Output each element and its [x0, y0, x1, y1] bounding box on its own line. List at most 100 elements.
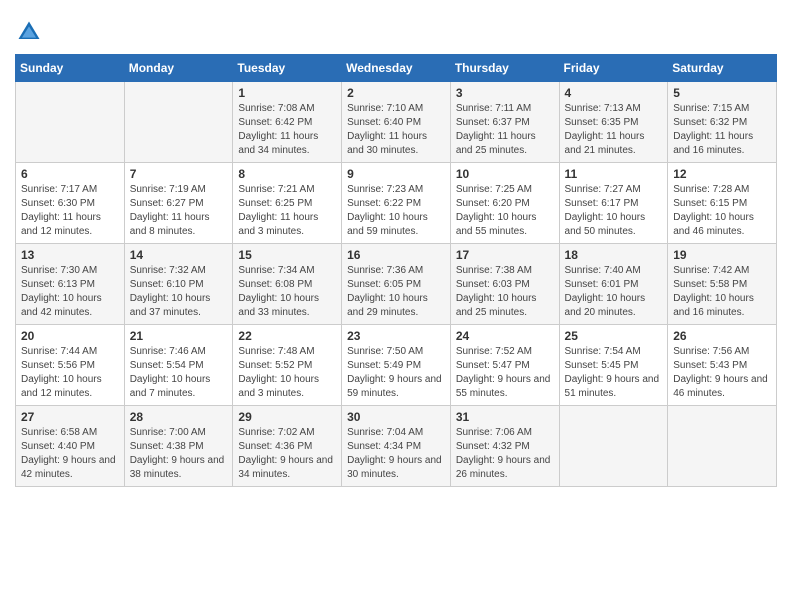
cell-sun-info: Sunrise: 7:32 AMSunset: 6:10 PMDaylight:… — [130, 264, 228, 320]
cell-sun-info: Sunrise: 7:13 AMSunset: 6:35 PMDaylight:… — [565, 102, 663, 158]
cell-sun-info: Sunrise: 7:34 AMSunset: 6:08 PMDaylight:… — [238, 264, 336, 320]
weekday-header: Sunday — [16, 55, 125, 82]
cell-sun-info: Sunrise: 7:50 AMSunset: 5:49 PMDaylight:… — [347, 345, 445, 401]
cell-sun-info: Sunrise: 7:30 AMSunset: 6:13 PMDaylight:… — [21, 264, 119, 320]
day-number: 3 — [456, 86, 554, 100]
page-header — [15, 10, 777, 46]
cell-sun-info: Sunrise: 7:00 AMSunset: 4:38 PMDaylight:… — [130, 426, 228, 482]
cell-sun-info: Sunrise: 7:40 AMSunset: 6:01 PMDaylight:… — [565, 264, 663, 320]
cell-sun-info: Sunrise: 7:38 AMSunset: 6:03 PMDaylight:… — [456, 264, 554, 320]
cell-sun-info: Sunrise: 7:27 AMSunset: 6:17 PMDaylight:… — [565, 183, 663, 239]
cell-sun-info: Sunrise: 7:44 AMSunset: 5:56 PMDaylight:… — [21, 345, 119, 401]
day-number: 22 — [238, 329, 336, 343]
calendar-cell: 31 Sunrise: 7:06 AMSunset: 4:32 PMDayligh… — [450, 406, 559, 487]
calendar-cell: 8Sunrise: 7:21 AMSunset: 6:25 PMDaylight… — [233, 163, 342, 244]
day-number: 15 — [238, 248, 336, 262]
day-number: 30 — [347, 410, 445, 424]
calendar-body: 1Sunrise: 7:08 AMSunset: 6:42 PMDaylight… — [16, 82, 777, 487]
header-row: SundayMondayTuesdayWednesdayThursdayFrid… — [16, 55, 777, 82]
cell-sun-info: Sunrise: 7:06 AMSunset: 4:32 PMDaylight:… — [456, 426, 554, 482]
logo — [15, 18, 47, 46]
day-number: 18 — [565, 248, 663, 262]
day-number: 9 — [347, 167, 445, 181]
cell-sun-info: Sunrise: 7:11 AMSunset: 6:37 PMDaylight:… — [456, 102, 554, 158]
calendar-cell: 2 Sunrise: 7:10 AMSunset: 6:40 PMDaylight… — [342, 82, 451, 163]
cell-sun-info: Sunrise: 7:28 AMSunset: 6:15 PMDaylight:… — [673, 183, 771, 239]
calendar-cell — [16, 82, 125, 163]
calendar-cell: 29 Sunrise: 7:02 AMSunset: 4:36 PMDayligh… — [233, 406, 342, 487]
cell-sun-info: Sunrise: 6:58 AMSunset: 4:40 PMDaylight:… — [21, 426, 119, 482]
calendar-cell: 19 Sunrise: 7:42 AMSunset: 5:58 PMDayligh… — [668, 244, 777, 325]
calendar-cell: 11Sunrise: 7:27 AMSunset: 6:17 PMDayligh… — [559, 163, 668, 244]
day-number: 1 — [238, 86, 336, 100]
day-number: 7 — [130, 167, 228, 181]
cell-sun-info: Sunrise: 7:36 AMSunset: 6:05 PMDaylight:… — [347, 264, 445, 320]
day-number: 14 — [130, 248, 228, 262]
calendar-week-row: 6Sunrise: 7:17 AMSunset: 6:30 PMDaylight… — [16, 163, 777, 244]
cell-sun-info: Sunrise: 7:10 AMSunset: 6:40 PMDaylight:… — [347, 102, 445, 158]
weekday-header: Tuesday — [233, 55, 342, 82]
cell-sun-info: Sunrise: 7:52 AMSunset: 5:47 PMDaylight:… — [456, 345, 554, 401]
calendar-cell: 24 Sunrise: 7:52 AMSunset: 5:47 PMDayligh… — [450, 325, 559, 406]
calendar-cell: 9 Sunrise: 7:23 AMSunset: 6:22 PMDaylight… — [342, 163, 451, 244]
calendar-week-row: 13Sunrise: 7:30 AMSunset: 6:13 PMDayligh… — [16, 244, 777, 325]
cell-sun-info: Sunrise: 7:56 AMSunset: 5:43 PMDaylight:… — [673, 345, 771, 401]
calendar-cell: 26 Sunrise: 7:56 AMSunset: 5:43 PMDayligh… — [668, 325, 777, 406]
weekday-header: Saturday — [668, 55, 777, 82]
calendar-cell: 28Sunrise: 7:00 AMSunset: 4:38 PMDayligh… — [124, 406, 233, 487]
cell-sun-info: Sunrise: 7:42 AMSunset: 5:58 PMDaylight:… — [673, 264, 771, 320]
day-number: 16 — [347, 248, 445, 262]
day-number: 21 — [130, 329, 228, 343]
cell-sun-info: Sunrise: 7:48 AMSunset: 5:52 PMDaylight:… — [238, 345, 336, 401]
calendar-cell: 27 Sunrise: 6:58 AMSunset: 4:40 PMDayligh… — [16, 406, 125, 487]
day-number: 2 — [347, 86, 445, 100]
page-container: SundayMondayTuesdayWednesdayThursdayFrid… — [0, 0, 792, 502]
day-number: 27 — [21, 410, 119, 424]
day-number: 17 — [456, 248, 554, 262]
day-number: 24 — [456, 329, 554, 343]
calendar-cell: 30 Sunrise: 7:04 AMSunset: 4:34 PMDayligh… — [342, 406, 451, 487]
day-number: 12 — [673, 167, 771, 181]
day-number: 29 — [238, 410, 336, 424]
cell-sun-info: Sunrise: 7:15 AMSunset: 6:32 PMDaylight:… — [673, 102, 771, 158]
weekday-header: Wednesday — [342, 55, 451, 82]
cell-sun-info: Sunrise: 7:19 AMSunset: 6:27 PMDaylight:… — [130, 183, 228, 239]
calendar-cell: 18 Sunrise: 7:40 AMSunset: 6:01 PMDayligh… — [559, 244, 668, 325]
cell-sun-info: Sunrise: 7:02 AMSunset: 4:36 PMDaylight:… — [238, 426, 336, 482]
day-number: 26 — [673, 329, 771, 343]
day-number: 5 — [673, 86, 771, 100]
day-number: 31 — [456, 410, 554, 424]
calendar-cell: 5 Sunrise: 7:15 AMSunset: 6:32 PMDaylight… — [668, 82, 777, 163]
calendar-cell: 23 Sunrise: 7:50 AMSunset: 5:49 PMDayligh… — [342, 325, 451, 406]
calendar-cell: 15 Sunrise: 7:34 AMSunset: 6:08 PMDayligh… — [233, 244, 342, 325]
calendar-week-row: 1Sunrise: 7:08 AMSunset: 6:42 PMDaylight… — [16, 82, 777, 163]
calendar-cell: 21Sunrise: 7:46 AMSunset: 5:54 PMDayligh… — [124, 325, 233, 406]
calendar-cell: 3 Sunrise: 7:11 AMSunset: 6:37 PMDaylight… — [450, 82, 559, 163]
calendar-cell: 6Sunrise: 7:17 AMSunset: 6:30 PMDaylight… — [16, 163, 125, 244]
logo-icon — [15, 18, 43, 46]
calendar-cell: 16 Sunrise: 7:36 AMSunset: 6:05 PMDayligh… — [342, 244, 451, 325]
cell-sun-info: Sunrise: 7:25 AMSunset: 6:20 PMDaylight:… — [456, 183, 554, 239]
cell-sun-info: Sunrise: 7:04 AMSunset: 4:34 PMDaylight:… — [347, 426, 445, 482]
day-number: 23 — [347, 329, 445, 343]
calendar-table: SundayMondayTuesdayWednesdayThursdayFrid… — [15, 54, 777, 487]
cell-sun-info: Sunrise: 7:23 AMSunset: 6:22 PMDaylight:… — [347, 183, 445, 239]
calendar-cell — [124, 82, 233, 163]
weekday-header: Monday — [124, 55, 233, 82]
day-number: 6 — [21, 167, 119, 181]
calendar-cell: 14 Sunrise: 7:32 AMSunset: 6:10 PMDayligh… — [124, 244, 233, 325]
calendar-week-row: 20Sunrise: 7:44 AMSunset: 5:56 PMDayligh… — [16, 325, 777, 406]
calendar-cell: 10 Sunrise: 7:25 AMSunset: 6:20 PMDayligh… — [450, 163, 559, 244]
calendar-cell: 13Sunrise: 7:30 AMSunset: 6:13 PMDayligh… — [16, 244, 125, 325]
day-number: 19 — [673, 248, 771, 262]
calendar-cell: 25Sunrise: 7:54 AMSunset: 5:45 PMDayligh… — [559, 325, 668, 406]
calendar-header: SundayMondayTuesdayWednesdayThursdayFrid… — [16, 55, 777, 82]
cell-sun-info: Sunrise: 7:21 AMSunset: 6:25 PMDaylight:… — [238, 183, 336, 239]
weekday-header: Thursday — [450, 55, 559, 82]
cell-sun-info: Sunrise: 7:54 AMSunset: 5:45 PMDaylight:… — [565, 345, 663, 401]
calendar-cell: 7 Sunrise: 7:19 AMSunset: 6:27 PMDaylight… — [124, 163, 233, 244]
calendar-cell: 4 Sunrise: 7:13 AMSunset: 6:35 PMDaylight… — [559, 82, 668, 163]
day-number: 10 — [456, 167, 554, 181]
calendar-cell: 12 Sunrise: 7:28 AMSunset: 6:15 PMDayligh… — [668, 163, 777, 244]
day-number: 4 — [565, 86, 663, 100]
